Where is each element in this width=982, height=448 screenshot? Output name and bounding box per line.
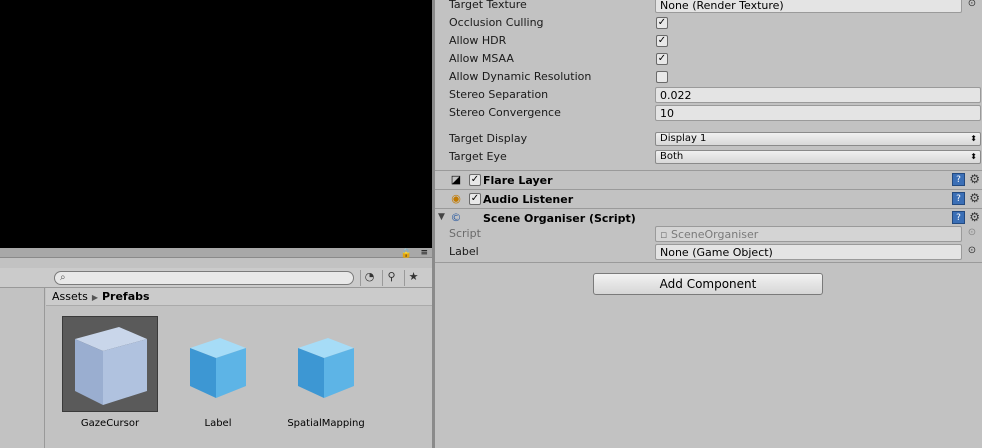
target-display-dropdown[interactable]: Display 1 ⬍ xyxy=(655,132,981,146)
audio-listener-header[interactable]: ◉ ✓ Audio Listener ? ⚙ xyxy=(435,189,982,208)
gear-icon[interactable]: ⚙ xyxy=(969,210,980,224)
target-display-row: Target Display Display 1 ⬍ xyxy=(435,130,982,148)
flare-layer-icon: ◪ xyxy=(450,173,462,186)
search-icon: ⌕ xyxy=(60,272,66,283)
target-eye-dropdown[interactable]: Both ⬍ xyxy=(655,150,981,164)
foldout-arrow-icon[interactable]: ▼ xyxy=(438,212,445,222)
target-eye-label: Target Eye xyxy=(449,150,507,163)
stereo-separation-field[interactable]: 0.022 xyxy=(655,87,981,103)
audio-listener-icon: ◉ xyxy=(451,192,461,205)
stereo-convergence-field[interactable]: 10 xyxy=(655,105,981,121)
search-input[interactable]: ⌕ xyxy=(54,271,354,285)
target-display-label: Target Display xyxy=(449,132,528,145)
breadcrumb: Assets ▶ Prefabs xyxy=(46,288,432,306)
breadcrumb-assets[interactable]: Assets xyxy=(52,290,88,303)
script-label: Script xyxy=(449,227,481,240)
allow-hdr-row: Allow HDR ✓ xyxy=(435,32,982,50)
asset-label: Label xyxy=(204,418,232,429)
target-eye-value: Both xyxy=(660,151,684,162)
cube-thumbnail-icon xyxy=(278,316,374,412)
dropdown-arrows-icon: ⬍ xyxy=(970,134,977,143)
game-view[interactable] xyxy=(0,0,432,248)
allow-hdr-label: Allow HDR xyxy=(449,34,507,47)
allow-dynamic-resolution-row: Allow Dynamic Resolution xyxy=(435,68,982,86)
favorites-star-icon[interactable]: ★ xyxy=(404,270,422,286)
allow-msaa-checkbox[interactable]: ✓ xyxy=(656,53,668,65)
breadcrumb-prefabs[interactable]: Prefabs xyxy=(102,290,150,303)
allow-dynamic-resolution-checkbox[interactable] xyxy=(656,71,668,83)
stereo-separation-label: Stereo Separation xyxy=(449,88,549,101)
gear-icon[interactable]: ⚙ xyxy=(969,172,980,186)
asset-gazecursor[interactable]: GazeCursor xyxy=(62,316,158,429)
label-row: Label None (Game Object) ⊙ xyxy=(435,243,982,261)
target-texture-row: Target Texture None (Render Texture) ⊙ xyxy=(435,0,982,14)
panel-menu-icon[interactable]: ≡ xyxy=(420,248,428,258)
flare-layer-enabled-checkbox[interactable]: ✓ xyxy=(469,174,481,186)
stereo-separation-row: Stereo Separation 0.022 xyxy=(435,86,982,104)
object-picker-icon: ⊙ xyxy=(967,227,977,238)
filter-by-label-icon[interactable]: ⚲ xyxy=(382,270,400,286)
allow-hdr-checkbox[interactable]: ✓ xyxy=(656,35,668,47)
target-eye-row: Target Eye Both ⬍ xyxy=(435,148,982,166)
stereo-convergence-row: Stereo Convergence 10 xyxy=(435,104,982,122)
audio-listener-enabled-checkbox[interactable]: ✓ xyxy=(469,193,481,205)
target-texture-field[interactable]: None (Render Texture) xyxy=(655,0,962,13)
allow-dynamic-resolution-label: Allow Dynamic Resolution xyxy=(449,70,592,83)
cube-thumbnail-icon xyxy=(62,316,158,412)
flare-layer-title: Flare Layer xyxy=(483,174,553,187)
panel-separator: 🔒 ≡ xyxy=(0,248,432,259)
project-toolbar: ⌕ ◔ ⚲ ★ xyxy=(0,268,432,288)
scene-organiser-title: Scene Organiser (Script) xyxy=(483,212,636,225)
filter-by-type-icon[interactable]: ◔ xyxy=(360,270,378,286)
asset-label: SpatialMapping xyxy=(287,418,365,429)
allow-msaa-label: Allow MSAA xyxy=(449,52,514,65)
target-texture-label: Target Texture xyxy=(449,0,527,11)
script-row: Script ▫ SceneOrganiser ⊙ xyxy=(435,225,982,243)
object-picker-icon[interactable]: ⊙ xyxy=(966,0,978,10)
assets-grid: GazeCursor Label SpatialMapping xyxy=(46,306,432,448)
inspector-divider xyxy=(435,262,982,263)
cube-thumbnail-icon xyxy=(170,316,266,412)
gear-icon[interactable]: ⚙ xyxy=(969,191,980,205)
allow-msaa-row: Allow MSAA ✓ xyxy=(435,50,982,68)
flare-layer-header[interactable]: ◪ ✓ Flare Layer ? ⚙ xyxy=(435,170,982,189)
target-display-value: Display 1 xyxy=(660,133,707,144)
label-field[interactable]: None (Game Object) xyxy=(655,244,962,260)
asset-label: GazeCursor xyxy=(80,418,140,429)
script-file-icon: ▫ xyxy=(660,228,668,241)
stereo-convergence-label: Stereo Convergence xyxy=(449,106,561,119)
help-icon[interactable]: ? xyxy=(952,173,965,186)
dropdown-arrows-icon: ⬍ xyxy=(970,152,977,161)
project-folder-tree[interactable] xyxy=(0,288,45,448)
label-field-label: Label xyxy=(449,245,479,258)
csharp-script-icon: © xyxy=(450,211,462,224)
asset-label-prefab[interactable]: Label xyxy=(170,316,266,429)
object-picker-icon[interactable]: ⊙ xyxy=(966,245,978,257)
audio-listener-title: Audio Listener xyxy=(483,193,574,206)
help-icon[interactable]: ? xyxy=(952,211,965,224)
lock-icon[interactable]: 🔒 xyxy=(401,249,412,259)
inspector-panel: Target Texture None (Render Texture) ⊙ O… xyxy=(435,0,982,448)
add-component-button[interactable]: Add Component xyxy=(593,273,823,295)
asset-spatialmapping[interactable]: SpatialMapping xyxy=(278,316,374,429)
help-icon[interactable]: ? xyxy=(952,192,965,205)
breadcrumb-separator-icon: ▶ xyxy=(91,293,98,302)
occlusion-culling-label: Occlusion Culling xyxy=(449,16,544,29)
unity-editor: 🔒 ≡ ⌕ ◔ ⚲ ★ Assets▶ Prefabs GazeCursor xyxy=(0,0,982,448)
script-field: ▫ SceneOrganiser xyxy=(655,226,962,242)
occlusion-culling-row: Occlusion Culling ✓ xyxy=(435,14,982,32)
script-field-value: SceneOrganiser xyxy=(670,228,759,241)
occlusion-culling-checkbox[interactable]: ✓ xyxy=(656,17,668,29)
